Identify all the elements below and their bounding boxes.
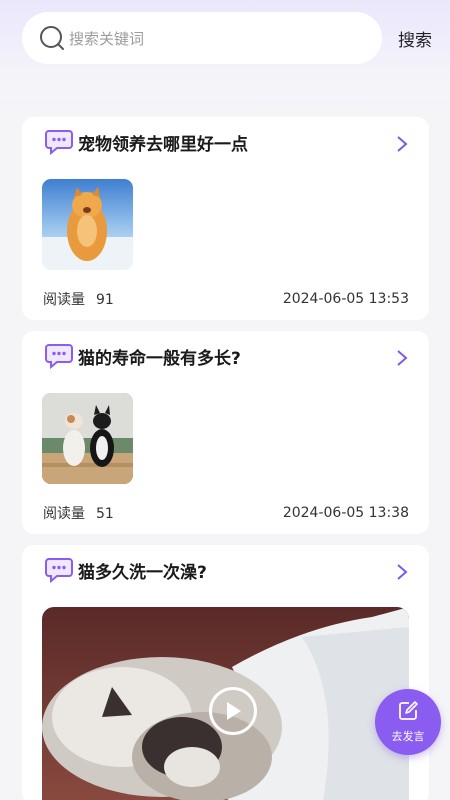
- search-bar: 搜索关键词 搜索: [22, 12, 432, 64]
- post-title: 宠物领养去哪里好一点: [78, 134, 248, 155]
- chevron-right-icon[interactable]: [395, 349, 409, 367]
- views-value: 51: [96, 506, 114, 522]
- post-title: 猫的寿命一般有多长?: [78, 348, 241, 369]
- search-icon: [39, 25, 65, 51]
- post-image[interactable]: [42, 179, 133, 270]
- view-count: 阅读量 91: [43, 289, 114, 309]
- search-button[interactable]: 搜索: [398, 26, 432, 51]
- edit-icon: [397, 700, 419, 726]
- chat-bubble-icon: [45, 343, 73, 370]
- post-timestamp: 2024-06-05 13:38: [282, 505, 409, 521]
- views-label: 阅读量: [43, 506, 85, 522]
- post-video[interactable]: [42, 607, 409, 800]
- chevron-right-icon[interactable]: [395, 563, 409, 581]
- search-placeholder: 搜索关键词: [69, 29, 145, 48]
- search-input[interactable]: 搜索关键词: [22, 12, 382, 64]
- post-header: 宠物领养去哪里好一点: [22, 117, 429, 167]
- play-icon[interactable]: [209, 687, 257, 735]
- post-card[interactable]: 猫的寿命一般有多长? 阅读量 51 2024-06-05 13:38: [22, 331, 429, 534]
- chat-bubble-icon: [45, 557, 73, 584]
- post-feed: 宠物领养去哪里好一点 阅读量 91 2024-06-05 13:53 猫的寿命一…: [22, 117, 429, 800]
- post-card[interactable]: 宠物领养去哪里好一点 阅读量 91 2024-06-05 13:53: [22, 117, 429, 320]
- chevron-right-icon[interactable]: [395, 135, 409, 153]
- new-post-label: 去发言: [391, 730, 425, 743]
- post-image[interactable]: [42, 393, 133, 484]
- view-count: 阅读量 51: [43, 503, 114, 523]
- post-timestamp: 2024-06-05 13:53: [282, 291, 409, 307]
- post-title: 猫多久洗一次澡?: [78, 562, 207, 583]
- chat-bubble-icon: [45, 129, 73, 156]
- post-header: 猫多久洗一次澡?: [22, 545, 429, 595]
- views-label: 阅读量: [43, 292, 85, 308]
- post-meta: 阅读量 91 2024-06-05 13:53: [22, 277, 429, 321]
- views-value: 91: [96, 292, 114, 308]
- post-card[interactable]: 猫多久洗一次澡?: [22, 545, 429, 800]
- post-meta: 阅读量 51 2024-06-05 13:38: [22, 491, 429, 535]
- new-post-button[interactable]: 去发言: [375, 689, 441, 755]
- post-header: 猫的寿命一般有多长?: [22, 331, 429, 381]
